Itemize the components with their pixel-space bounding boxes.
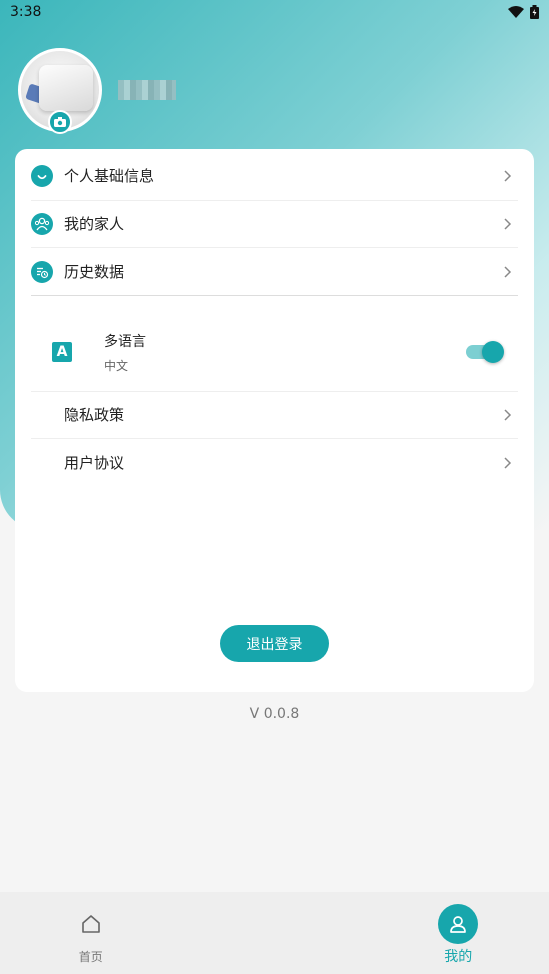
battery-icon [530,5,539,19]
tab-home[interactable]: 首页 [0,892,275,974]
user-icon [438,904,479,944]
tab-me[interactable]: 我的 [275,892,549,974]
menu-item-agreement[interactable]: 用户协议 [31,439,518,486]
language-icon: A [52,342,72,362]
menu-item-history[interactable]: 历史数据 [31,248,518,295]
logout-button[interactable]: 退出登录 [220,625,329,662]
chevron-right-icon [504,169,512,182]
chevron-right-icon [504,408,512,421]
section-divider [31,295,518,296]
agreement-label: 用户协议 [64,454,125,472]
wifi-icon [508,6,524,18]
camera-icon[interactable] [48,110,72,134]
menu-item-label: 我的家人 [64,215,125,233]
language-current: 中文 [104,358,129,373]
language-toggle[interactable] [466,340,506,364]
privacy-label: 隐私政策 [64,406,125,424]
chevron-right-icon [504,265,512,278]
username: ████ [118,80,176,100]
menu-item-label: 历史数据 [64,263,125,281]
chevron-right-icon [504,217,512,230]
language-text: 多语言 中文 [104,331,466,374]
smile-icon [31,164,53,187]
status-icons [508,5,539,19]
menu-item-family[interactable]: 我的家人 [31,200,518,247]
history-icon [31,260,53,283]
language-title: 多语言 [104,333,146,350]
family-icon [31,212,53,235]
tab-label-me: 我的 [444,949,473,965]
status-time: 3:38 [10,4,42,20]
tab-label-home: 首页 [78,950,103,964]
avatar[interactable] [18,48,102,134]
home-icon [71,904,111,944]
language-setting[interactable]: A 多语言 中文 [31,314,518,390]
toggle-knob [482,341,504,363]
menu-item-personal-info[interactable]: 个人基础信息 [31,152,518,199]
version-text: V 0.0.8 [249,706,300,722]
bottom-tab-bar: 首页 我的 [0,892,549,974]
settings-card: 个人基础信息 我的家人 历史数据 A 多语言 中文 隐私政策 用户协议 退出登录 [15,149,534,692]
menu-item-label: 个人基础信息 [64,167,155,185]
status-bar: 3:38 [0,0,549,24]
chevron-right-icon [504,456,512,469]
menu-item-privacy[interactable]: 隐私政策 [31,391,518,438]
device-graphic [39,65,93,111]
